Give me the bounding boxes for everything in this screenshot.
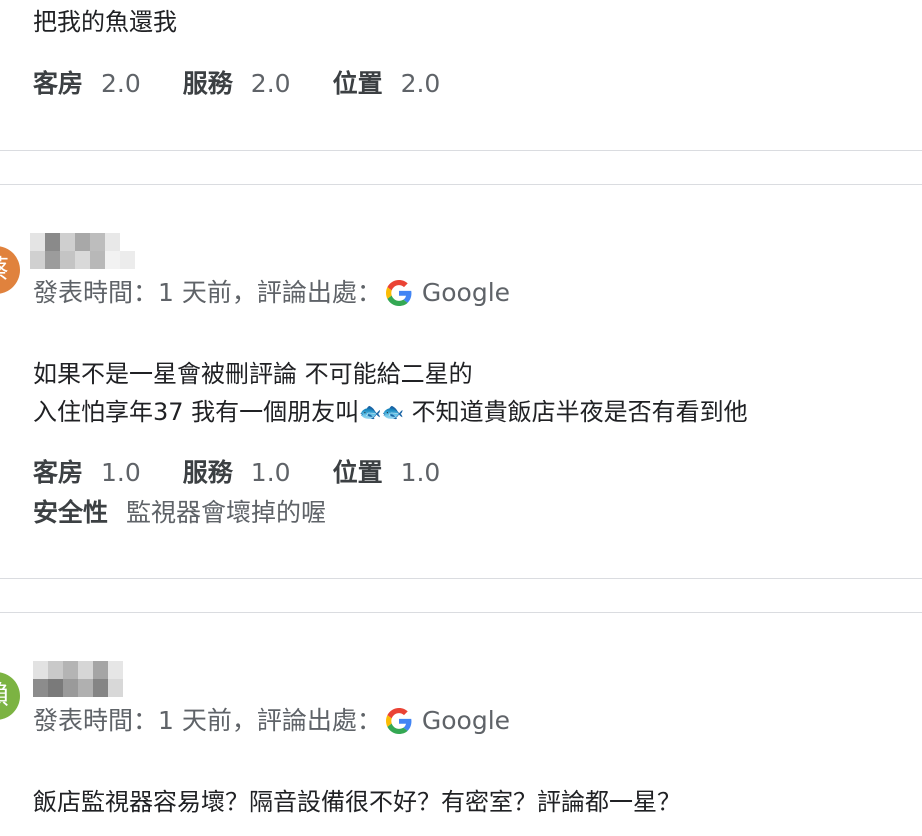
divider [0,612,922,613]
reviewer-name-blurred[interactable] [33,661,123,697]
meta-posted-source-label: 發表時間：1 天前，評論出處： [33,278,382,307]
rating-label-room: 客房 [33,458,84,487]
reviews-page: 把我的魚還我 客房 2.0 服務 2.0 位置 2.0 蔡 發表時間：1 天前，評論出處：… [0,0,922,836]
review-meta: 發表時間：1 天前，評論出處： Google [33,277,510,309]
rating-value-service: 1.0 [250,458,291,487]
avatar-initial: 蔡 [0,246,9,294]
rating-value-service: 2.0 [250,69,291,98]
rating-row: 客房 2.0 服務 2.0 位置 2.0 [33,68,440,100]
review-text-segment: 入住怕享年37 我有一個朋友叫 [33,398,360,426]
google-g-icon [385,280,412,306]
rating-value-safety: 監視器會壞掉的喔 [126,498,327,527]
avatar[interactable]: 蔡 [0,246,20,294]
review-text-line: 入住怕享年37 我有一個朋友叫🐟🐟 不知道貴飯店半夜是否有看到他 [33,396,748,429]
rating-value-location: 2.0 [400,69,441,98]
source-google-link[interactable]: Google [422,706,510,735]
rating-label-safety: 安全性 [33,498,109,527]
review-text-line: 飯店監視器容易壞？隔音設備很不好？有密室？評論都一星？ [33,788,681,816]
meta-posted-source-label: 發表時間：1 天前，評論出處： [33,706,382,735]
rating-label-service: 服務 [182,458,233,487]
review-text: 把我的魚還我 [33,8,177,36]
reviewer-name-blurred[interactable] [30,233,135,269]
review-meta: 發表時間：1 天前，評論出處： Google [33,705,510,737]
rating-row-safety: 安全性 監視器會壞掉的喔 [33,497,326,529]
rating-value-location: 1.0 [400,458,441,487]
divider [0,150,922,151]
rating-value-room: 2.0 [101,69,141,98]
divider [0,184,922,185]
google-g-icon [385,708,412,734]
review-text-segment: 不知道貴飯店半夜是否有看到他 [404,398,748,426]
avatar[interactable]: 賴 [0,672,20,720]
rating-value-room: 1.0 [101,458,141,487]
rating-label-room: 客房 [33,69,84,98]
review-text-line: 如果不是一星會被刪評論 不可能給二星的 [33,360,473,388]
rating-label-location: 位置 [332,458,383,487]
fish-emoji: 🐟🐟 [359,402,404,423]
divider [0,578,922,579]
rating-row: 客房 1.0 服務 1.0 位置 1.0 [33,457,440,489]
avatar-initial: 賴 [0,672,9,720]
source-google-link[interactable]: Google [422,278,510,307]
rating-label-service: 服務 [182,69,233,98]
rating-label-location: 位置 [332,69,383,98]
